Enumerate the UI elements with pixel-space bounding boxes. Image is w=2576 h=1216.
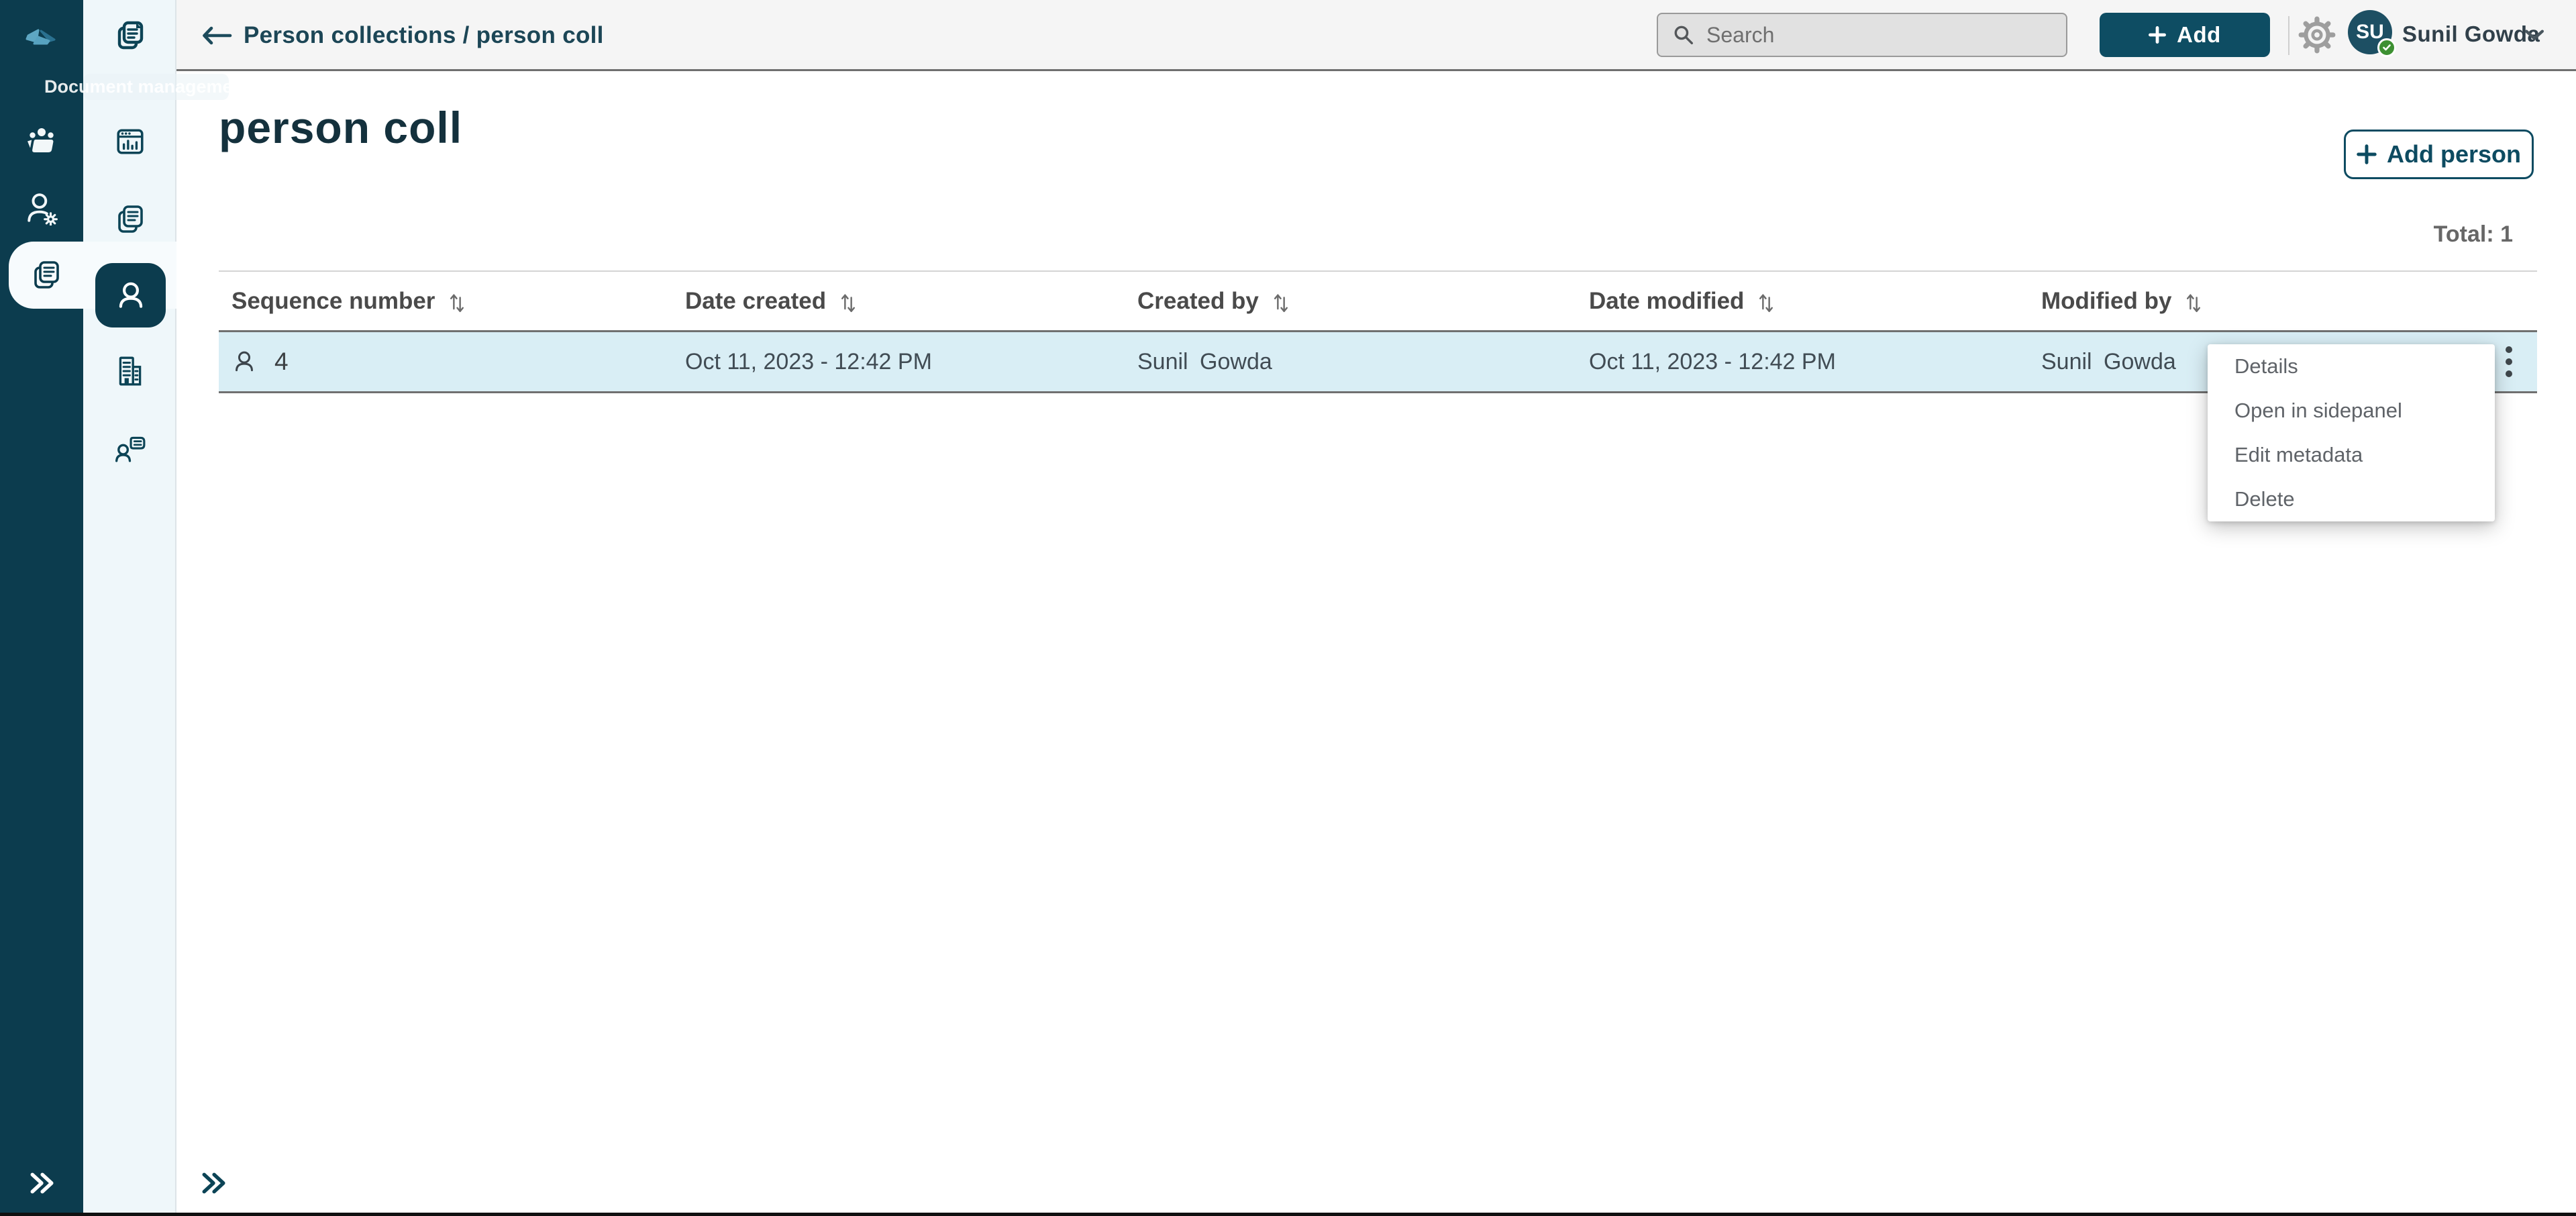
- sidebar-item-documents[interactable]: [83, 203, 176, 236]
- user-menu[interactable]: Sunil Gowda: [2402, 0, 2540, 68]
- documents-icon: [117, 205, 143, 233]
- double-chevron-right-icon: [30, 1172, 54, 1194]
- person-icon: [119, 282, 142, 308]
- menu-item-delete[interactable]: Delete: [2208, 477, 2495, 521]
- page-title: person coll: [219, 103, 463, 152]
- breadcrumb[interactable]: Person collections / person coll: [244, 0, 604, 71]
- sidebar-item-user-settings[interactable]: [0, 192, 83, 225]
- chart-window-icon: [116, 129, 144, 154]
- column-label: Sequence number: [231, 287, 435, 314]
- column-header-modified-by[interactable]: Modified by: [2041, 288, 2480, 315]
- kebab-menu-icon: [2505, 346, 2512, 377]
- primary-sidebar: [0, 0, 83, 1216]
- column-header-sequence-number[interactable]: Sequence number: [219, 288, 685, 315]
- collapse-secondary-sidebar-button[interactable]: [166, 1168, 260, 1198]
- back-button[interactable]: [201, 21, 233, 50]
- sidebar-item-organizations[interactable]: [83, 354, 176, 388]
- sort-arrows-icon[interactable]: [2185, 290, 2202, 313]
- add-person-button[interactable]: Add person: [2344, 130, 2534, 179]
- sort-arrows-icon[interactable]: [839, 290, 857, 313]
- sort-arrows-icon[interactable]: [448, 290, 466, 313]
- plus-icon: [2357, 144, 2377, 164]
- double-chevron-right-icon: [202, 1172, 225, 1194]
- menu-item-details[interactable]: Details: [2208, 344, 2495, 389]
- add-button[interactable]: Add: [2100, 13, 2270, 57]
- sidebar-item-dashboard[interactable]: [83, 125, 176, 158]
- persons-table: Sequence number Date created Created by: [219, 270, 2537, 393]
- column-header-date-created[interactable]: Date created: [685, 288, 1137, 315]
- row-context-menu: Details Open in sidepanel Edit metadata …: [2208, 344, 2495, 521]
- user-menu-chevron[interactable]: [2525, 30, 2544, 40]
- header-divider: [2288, 16, 2289, 55]
- column-label: Date created: [685, 287, 827, 314]
- sequence-number: 4: [274, 348, 289, 375]
- created-by-cell: Sunil Gowda: [1137, 348, 1272, 374]
- column-header-date-modified[interactable]: Date modified: [1589, 288, 2041, 315]
- back-arrow-icon: [203, 26, 232, 45]
- avatar[interactable]: SU: [2348, 10, 2396, 57]
- gear-icon: [2298, 16, 2336, 54]
- search-box[interactable]: [1657, 13, 2067, 57]
- chevron-down-icon: [2525, 30, 2544, 40]
- column-label: Date modified: [1589, 287, 1745, 314]
- check-icon: [2383, 44, 2391, 51]
- top-bar: Person collections / person coll Add: [176, 0, 2576, 71]
- add-person-label: Add person: [2386, 140, 2521, 168]
- app-logo[interactable]: [0, 21, 83, 52]
- window-bottom-edge: [0, 1213, 2576, 1216]
- sequence-cell: 4: [219, 348, 685, 376]
- table-header-row: Sequence number Date created Created by: [219, 272, 2537, 332]
- person-icon: [236, 351, 253, 372]
- app-logo-icon: [25, 29, 56, 45]
- table-row[interactable]: 4 Oct 11, 2023 - 12:42 PM Sunil Gowda Oc…: [219, 332, 2537, 393]
- column-label: Created by: [1137, 287, 1259, 314]
- menu-item-edit-metadata[interactable]: Edit metadata: [2208, 433, 2495, 477]
- search-input[interactable]: [1694, 22, 2066, 48]
- add-button-label: Add: [2177, 22, 2221, 47]
- row-actions-kebab-button[interactable]: [2498, 342, 2520, 382]
- search-icon: [1674, 26, 1694, 45]
- documents-icon: [34, 261, 59, 289]
- sidebar-item-documents-top[interactable]: [83, 19, 176, 52]
- app-root: Document management Person collections /…: [0, 0, 2576, 1216]
- date-created-cell: Oct 11, 2023 - 12:42 PM: [685, 348, 932, 374]
- total-count: Total: 1: [2433, 221, 2513, 247]
- settings-button[interactable]: [2297, 15, 2337, 55]
- column-header-created-by[interactable]: Created by: [1137, 288, 1589, 315]
- sort-arrows-icon[interactable]: [1272, 290, 1290, 313]
- plus-icon: [2149, 26, 2167, 44]
- date-modified-cell: Oct 11, 2023 - 12:42 PM: [1589, 348, 1836, 374]
- sort-arrows-icon[interactable]: [1757, 290, 1775, 313]
- secondary-sidebar: [83, 0, 225, 1216]
- column-label: Modified by: [2041, 287, 2172, 314]
- collapse-primary-sidebar-button[interactable]: [0, 1168, 83, 1198]
- sidebar-tooltip: [83, 74, 229, 100]
- user-settings-icon: [28, 193, 58, 225]
- documents-active-icon-wrap: [9, 258, 83, 292]
- sidebar-item-workspace[interactable]: [0, 125, 83, 158]
- online-check-badge: [2377, 38, 2396, 57]
- menu-item-open-in-sidepanel[interactable]: Open in sidepanel: [2208, 389, 2495, 433]
- workspace-icon: [28, 128, 54, 152]
- sidebar-item-people-active[interactable]: [95, 263, 166, 327]
- person-note-icon: [115, 436, 145, 462]
- documents-filled-icon: [117, 21, 143, 50]
- sidebar-item-person-records[interactable]: [83, 431, 176, 464]
- building-icon: [119, 356, 141, 386]
